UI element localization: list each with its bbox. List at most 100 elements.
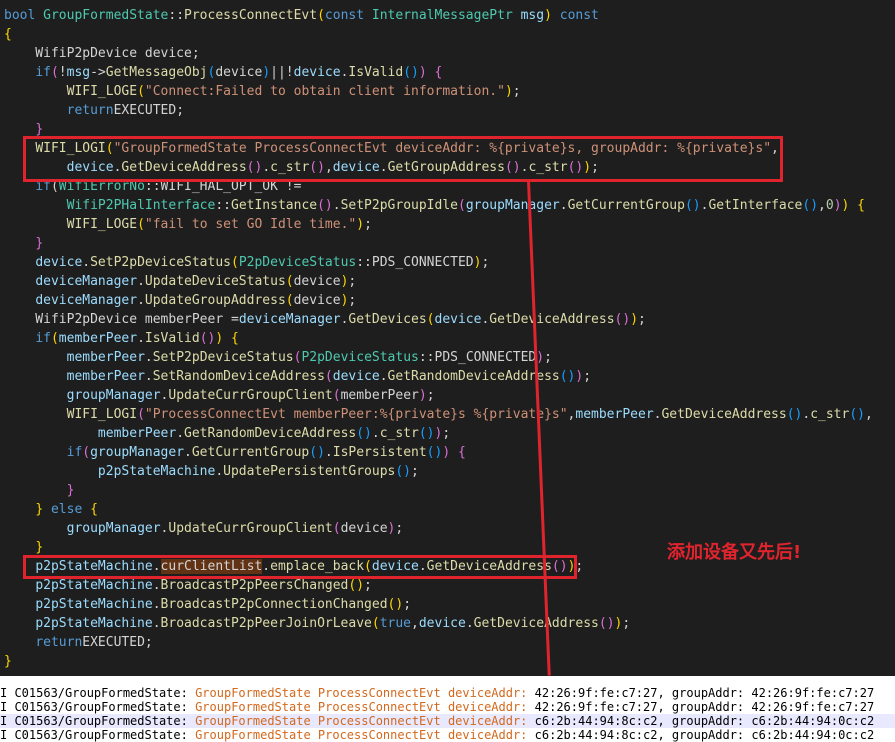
code-token: -> <box>90 65 106 80</box>
code-token: ( <box>82 445 91 460</box>
code-line: memberPeer.SetRandomDeviceAddress(device… <box>4 367 591 386</box>
code-token: p2pStateMachine <box>97 464 216 479</box>
code-token: { <box>457 445 466 460</box>
code-line: returnEXECUTED; <box>4 101 184 120</box>
code-token: ( <box>137 217 145 232</box>
code-token: ( <box>332 521 341 536</box>
code-token: () <box>426 445 443 460</box>
code-token: ( <box>231 255 239 270</box>
code-token: } <box>35 502 44 517</box>
code-token: { <box>857 198 865 213</box>
code-token: "Connect:Failed to obtain client informa… <box>144 84 505 99</box>
code-token: ; <box>403 597 412 612</box>
code-line: if(!msg->GetMessageObj(device)||!device.… <box>4 63 442 82</box>
log-highlight: GroupFormedState ProcessConnectEvt devic… <box>195 686 528 700</box>
log-panel[interactable]: I C01563/GroupFormedState: GroupFormedSt… <box>0 676 895 742</box>
code-token: ( <box>457 198 466 213</box>
code-token: . <box>144 369 153 384</box>
code-token: ; <box>481 255 490 270</box>
code-token: () <box>802 198 819 213</box>
code-token: EXECUTED; <box>113 103 185 118</box>
code-token: () <box>356 426 372 441</box>
log-line[interactable]: I C01563/GroupFormedState: GroupFormedSt… <box>0 714 895 728</box>
code-token: ; <box>638 312 646 327</box>
code-line: device.SetP2pDeviceStatus(P2pDeviceStatu… <box>4 253 489 272</box>
log-prefix: I C01563/GroupFormedState: <box>0 700 196 714</box>
code-token: return <box>66 103 114 118</box>
code-token: UpdateCurrGroupClient <box>168 388 333 403</box>
code-token: p2pStateMachine <box>35 597 153 612</box>
code-token: p2pStateMachine <box>35 616 153 631</box>
code-token: , <box>818 198 826 213</box>
code-token: () <box>559 369 576 384</box>
code-line: WifiP2PHalInterface::GetInstance().SetP2… <box>4 196 865 215</box>
code-token: GetCurrentGroup <box>191 445 310 460</box>
code-token: ( <box>324 369 333 384</box>
code-token: device <box>35 255 83 270</box>
code-token: BroadcastP2pConnectionChanged <box>160 597 388 612</box>
code-token: ProcessConnectEvt <box>184 8 318 23</box>
code-token: WifiP2PHalInterface <box>66 198 216 213</box>
code-token: const <box>324 8 365 23</box>
code-line: } <box>4 481 75 500</box>
code-token: true <box>379 616 412 631</box>
code-token: device <box>418 616 466 631</box>
code-token: ; <box>395 521 404 536</box>
code-token: . <box>176 426 185 441</box>
code-token: device <box>215 65 263 80</box>
code-token: ; <box>364 578 372 593</box>
code-line: returnEXECUTED; <box>4 633 152 652</box>
log-highlight: GroupFormedState ProcessConnectEvt devic… <box>195 728 528 742</box>
code-token: if <box>66 445 83 460</box>
code-token: . <box>144 350 153 365</box>
code-line: { <box>4 25 12 44</box>
code-token: memberPeer <box>66 350 145 365</box>
code-token: () <box>199 331 216 346</box>
code-token: SetRandomDeviceAddress <box>152 369 325 384</box>
code-token: device <box>332 369 380 384</box>
code-token: deviceManager <box>35 293 138 308</box>
code-token: GetDeviceAddress <box>661 407 787 422</box>
code-line: WIFI_LOGE("fail to set GO Idle time."); <box>4 215 372 234</box>
code-token: } <box>35 540 44 555</box>
code-token: memberPeer <box>97 426 177 441</box>
code-token: GetInterface <box>708 198 803 213</box>
code-token: deviceManager <box>35 274 138 289</box>
code-line: WifiP2pDevice memberPeer =deviceManager.… <box>4 310 646 329</box>
code-line: groupManager.UpdateCurrGroupClient(devic… <box>4 519 404 538</box>
code-token: WifiP2pDevice device; <box>4 46 200 61</box>
code-token: ) <box>630 312 639 327</box>
code-token: device <box>293 293 341 308</box>
log-line[interactable]: I C01563/GroupFormedState: GroupFormedSt… <box>0 728 895 742</box>
code-token: () <box>614 312 631 327</box>
code-line: WIFI_LOGE("Connect:Failed to obtain clie… <box>4 82 521 101</box>
code-token: ) <box>262 65 271 80</box>
code-line: WifiP2pDevice device; <box>4 44 200 63</box>
code-token: ; <box>348 274 357 289</box>
code-token: ) <box>215 331 224 346</box>
code-token: if <box>35 331 51 346</box>
log-line[interactable]: I C01563/GroupFormedState: GroupFormedSt… <box>0 686 895 700</box>
code-token: memberPeer <box>575 407 654 422</box>
code-token: GetDeviceAddress <box>473 616 599 631</box>
code-token: const <box>559 8 599 23</box>
log-rest: 42:26:9f:fe:c7:27, groupAddr: 42:26:9f:f… <box>527 686 875 700</box>
code-token: SetP2pGroupIdle <box>340 198 458 213</box>
highlight-box-emplace-back <box>23 555 577 579</box>
code-token: . <box>137 293 145 308</box>
code-token: . <box>332 198 341 213</box>
log-prefix: I C01563/GroupFormedState: <box>0 728 196 742</box>
code-line: if(groupManager.GetCurrentGroup().IsPers… <box>4 443 466 462</box>
log-line[interactable]: I C01563/GroupFormedState: GroupFormedSt… <box>0 700 895 714</box>
code-line: } <box>4 234 43 253</box>
